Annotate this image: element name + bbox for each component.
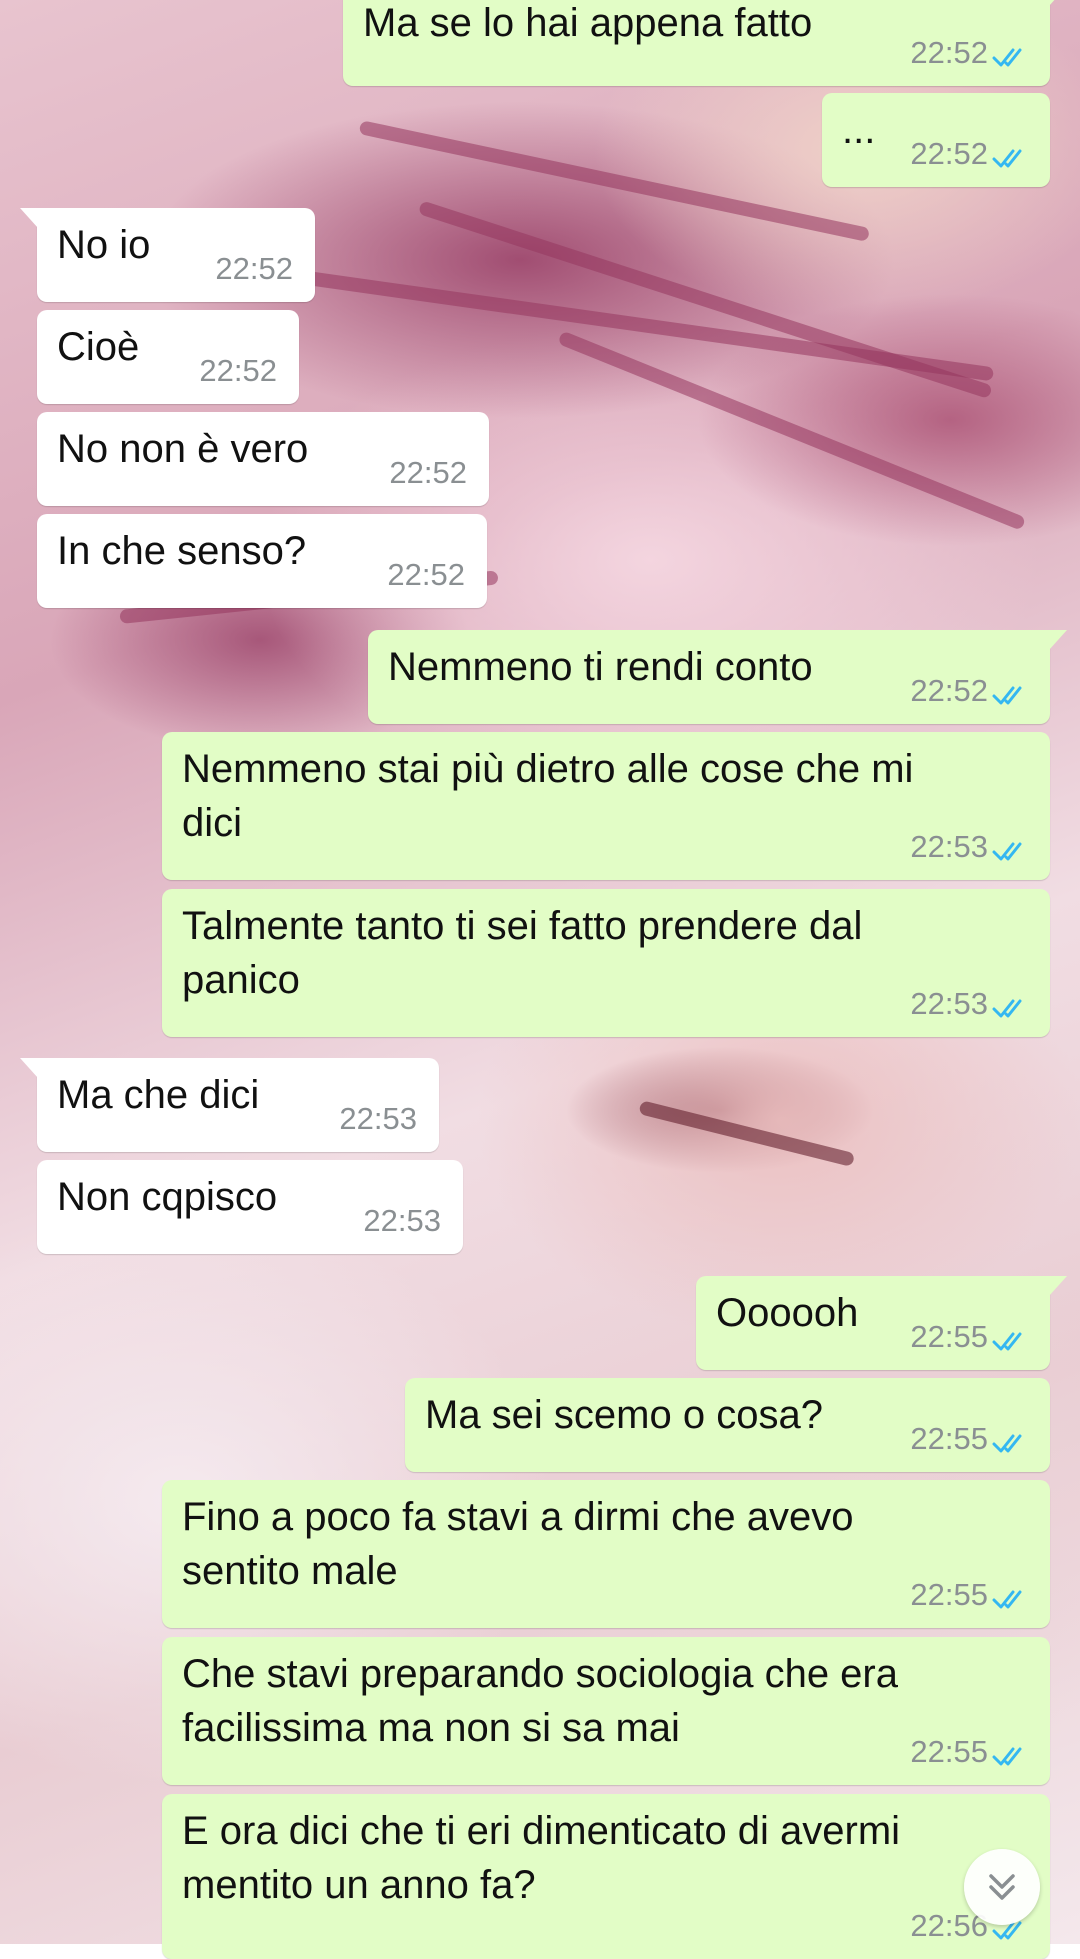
message-line: Talmente tanto ti sei fatto prendere dal (182, 904, 863, 948)
message-timestamp: 22:52 (389, 455, 467, 490)
message-line: Ma che dici (57, 1073, 260, 1117)
bubble-tail (1049, 1276, 1067, 1296)
bubble-tail (20, 1058, 38, 1078)
message-text: Nemmeno ti rendi conto (388, 640, 813, 694)
message-line: Nemmeno stai più dietro alle cose che mi (182, 747, 914, 791)
outgoing-message[interactable]: Ma se lo hai appena fatto 22:52 (343, 0, 1067, 86)
message-timestamp: 22:53 (910, 829, 988, 864)
message-line: mentito un anno fa? (182, 1863, 536, 1907)
message-line: Oooooh (716, 1291, 859, 1335)
message-text: Fino a poco fa stavi a dirmi che avevo se… (182, 1490, 853, 1598)
message-text: Nemmeno stai più dietro alle cose che mi… (182, 742, 913, 850)
outgoing-message[interactable]: Ma sei scemo o cosa? 22:55 (405, 1378, 1050, 1472)
bubble-tail (1049, 0, 1067, 6)
message-timestamp: 22:52 (910, 673, 988, 708)
outgoing-message[interactable]: Fino a poco fa stavi a dirmi che avevo se… (162, 1480, 1050, 1628)
message-text: Ma che dici (57, 1068, 259, 1122)
incoming-message[interactable]: Non cqpisco 22:53 (37, 1160, 463, 1254)
message-line: panico (182, 958, 300, 1002)
message-timestamp: 22:53 (339, 1101, 417, 1136)
read-receipt-icon (992, 146, 1030, 170)
bubble-tail (1049, 630, 1067, 650)
message-timestamp: 22:52 (199, 353, 277, 388)
message-timestamp: 22:53 (910, 986, 988, 1021)
message-line: Ma sei scemo o cosa? (425, 1393, 823, 1437)
message-line: No io (57, 223, 151, 267)
read-receipt-icon (992, 683, 1030, 707)
outgoing-message[interactable]: Nemmeno stai più dietro alle cose che mi… (162, 732, 1050, 880)
message-text: In che senso? (57, 524, 306, 578)
read-receipt-icon (992, 996, 1030, 1020)
outgoing-message[interactable]: Talmente tanto ti sei fatto prendere dal… (162, 889, 1050, 1037)
message-line: Ma se lo hai appena fatto (363, 1, 813, 45)
message-text: Non cqpisco (57, 1170, 277, 1224)
message-line: sentito male (182, 1549, 398, 1593)
outgoing-message[interactable]: ... 22:52 (822, 93, 1050, 187)
read-receipt-icon (992, 45, 1030, 69)
message-timestamp: 22:53 (363, 1203, 441, 1238)
read-receipt-icon (992, 1329, 1030, 1353)
incoming-message[interactable]: Cioè 22:52 (37, 310, 299, 404)
read-receipt-icon (992, 839, 1030, 863)
outgoing-message[interactable]: E ora dici che ti eri dimenticato di ave… (162, 1794, 1050, 1959)
message-text: No io (57, 218, 150, 272)
message-text: Che stavi preparando sociologia che era f… (182, 1647, 898, 1755)
message-timestamp: 22:52 (910, 35, 988, 70)
message-line: Cioè (57, 325, 140, 369)
message-line: ... (842, 108, 876, 152)
incoming-message[interactable]: Ma che dici 22:53 (20, 1058, 439, 1152)
double-chevron-down-icon (989, 1874, 1015, 1900)
message-text: Cioè (57, 320, 139, 374)
message-timestamp: 22:52 (910, 136, 988, 171)
message-line: Nemmeno ti rendi conto (388, 645, 813, 689)
read-receipt-icon (992, 1587, 1030, 1611)
incoming-message[interactable]: In che senso? 22:52 (37, 514, 487, 608)
message-list[interactable]: Ma se lo hai appena fatto 22:52... 22:52 No… (0, 0, 1080, 1959)
message-timestamp: 22:55 (910, 1734, 988, 1769)
outgoing-message[interactable]: Che stavi preparando sociologia che era f… (162, 1637, 1050, 1785)
message-text: Talmente tanto ti sei fatto prendere dal… (182, 899, 862, 1007)
message-text: Ma sei scemo o cosa? (425, 1388, 823, 1442)
message-line: In che senso? (57, 529, 307, 573)
message-text: No non è vero (57, 422, 308, 476)
incoming-message[interactable]: No io 22:52 (20, 208, 315, 302)
message-line: E ora dici che ti eri dimenticato di ave… (182, 1809, 901, 1853)
message-line: Che stavi preparando sociologia che era (182, 1652, 898, 1696)
message-timestamp: 22:55 (910, 1319, 988, 1354)
message-text: ... (842, 103, 875, 157)
message-line: Non cqpisco (57, 1175, 278, 1219)
read-receipt-icon (992, 1431, 1030, 1455)
scroll-to-bottom-button[interactable] (964, 1849, 1040, 1925)
message-text: Ma se lo hai appena fatto (363, 0, 812, 50)
message-line: dici (182, 801, 243, 845)
message-timestamp: 22:55 (910, 1421, 988, 1456)
bubble-tail (20, 208, 38, 228)
message-timestamp: 22:52 (215, 251, 293, 286)
message-text: Oooooh (716, 1286, 858, 1340)
message-line: facilissima ma non si sa mai (182, 1706, 680, 1750)
message-timestamp: 22:55 (910, 1577, 988, 1612)
message-text: E ora dici che ti eri dimenticato di ave… (182, 1804, 900, 1912)
message-timestamp: 22:52 (387, 557, 465, 592)
outgoing-message[interactable]: Oooooh 22:55 (696, 1276, 1067, 1370)
read-receipt-icon (992, 1744, 1030, 1768)
outgoing-message[interactable]: Nemmeno ti rendi conto 22:52 (368, 630, 1067, 724)
message-line: Fino a poco fa stavi a dirmi che avevo (182, 1495, 854, 1539)
incoming-message[interactable]: No non è vero 22:52 (37, 412, 489, 506)
message-line: No non è vero (57, 427, 309, 471)
